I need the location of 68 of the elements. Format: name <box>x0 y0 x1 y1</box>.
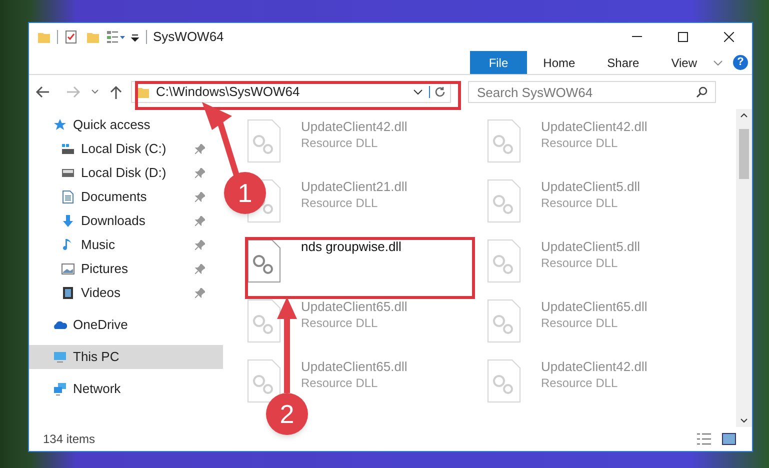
download-icon <box>61 214 75 228</box>
star-icon <box>53 118 67 132</box>
up-icon[interactable] <box>109 84 123 100</box>
address-path: C:\Windows\SysWOW64 <box>156 83 300 102</box>
drive-icon <box>61 166 75 180</box>
film-icon <box>61 286 75 300</box>
large-icons-view-icon[interactable] <box>722 433 736 445</box>
sidebar-item[interactable]: Local Disk (D:) <box>29 161 209 185</box>
ribbon-tab[interactable]: Home <box>527 51 592 74</box>
scroll-up-icon[interactable] <box>740 113 748 118</box>
sidebar-item[interactable]: Downloads <box>29 209 209 233</box>
dll-file-icon[interactable] <box>247 239 281 283</box>
ribbon-tab[interactable]: Share <box>591 51 656 74</box>
search-field[interactable]: Search SysWOW64 <box>468 81 716 103</box>
scrollbar[interactable] <box>736 109 752 427</box>
new-folder-icon[interactable] <box>86 30 100 44</box>
file-type: Resource DLL <box>301 315 379 331</box>
file-type: Resource DLL <box>541 135 619 151</box>
folder-icon <box>136 85 150 99</box>
sidebar-item[interactable]: Videos <box>29 281 209 305</box>
picture-icon <box>61 262 75 276</box>
file-type: Resource DLL <box>541 315 619 331</box>
back-icon[interactable] <box>35 85 51 99</box>
pin-icon[interactable] <box>195 216 205 226</box>
close-icon <box>724 32 734 42</box>
pin-icon[interactable] <box>195 288 205 298</box>
scroll-down-icon[interactable] <box>740 418 748 423</box>
monitor-icon <box>53 350 67 364</box>
file-type: Resource DLL <box>301 195 379 211</box>
file-type: Resource DLL <box>301 375 379 391</box>
sidebar-item[interactable]: Local Disk (C:) <box>29 137 209 161</box>
recent-locations-icon[interactable] <box>91 89 99 95</box>
folder-icon <box>37 30 51 44</box>
window-title: SysWOW64 <box>153 28 224 46</box>
help-button[interactable]: ? <box>733 55 748 70</box>
forward-icon[interactable] <box>65 85 81 99</box>
sidebar-item[interactable]: Music <box>29 233 209 257</box>
file-name[interactable]: nds groupwise.dll <box>301 239 402 255</box>
network-icon <box>53 382 67 396</box>
file-type: Resource DLL <box>541 255 619 271</box>
pin-icon[interactable] <box>195 144 205 154</box>
ribbon-tab[interactable]: View <box>655 51 713 74</box>
details-view-icon[interactable] <box>696 433 712 445</box>
pin-icon[interactable] <box>195 240 205 250</box>
pin-icon[interactable] <box>195 264 205 274</box>
sidebar-item[interactable]: Network <box>29 377 209 401</box>
item-count: 134 items <box>43 431 96 448</box>
view-options-icon[interactable] <box>106 30 126 44</box>
ribbon-tab[interactable]: File <box>470 51 528 74</box>
file-type: Resource DLL <box>541 195 619 211</box>
document-icon <box>61 190 75 204</box>
sidebar-item[interactable]: Pictures <box>29 257 209 281</box>
properties-icon[interactable] <box>64 30 78 44</box>
sidebar-item[interactable]: Quick access <box>29 113 209 137</box>
drive-icon <box>61 142 75 156</box>
expand-ribbon-icon[interactable] <box>713 60 723 66</box>
dropdown-icon[interactable] <box>413 89 423 95</box>
sidebar-item[interactable]: Documents <box>29 185 209 209</box>
sidebar-item[interactable]: This PC <box>29 345 223 369</box>
scrollbar-thumb[interactable] <box>739 129 749 179</box>
search-icon <box>696 86 708 98</box>
sidebar-item[interactable]: OneDrive <box>29 313 209 337</box>
file-type: Resource DLL <box>541 375 619 391</box>
pin-icon[interactable] <box>195 192 205 202</box>
minimize-icon <box>632 36 642 38</box>
file-type: Resource DLL <box>301 135 379 151</box>
maximize-icon <box>678 32 688 42</box>
pin-icon[interactable] <box>195 168 205 178</box>
